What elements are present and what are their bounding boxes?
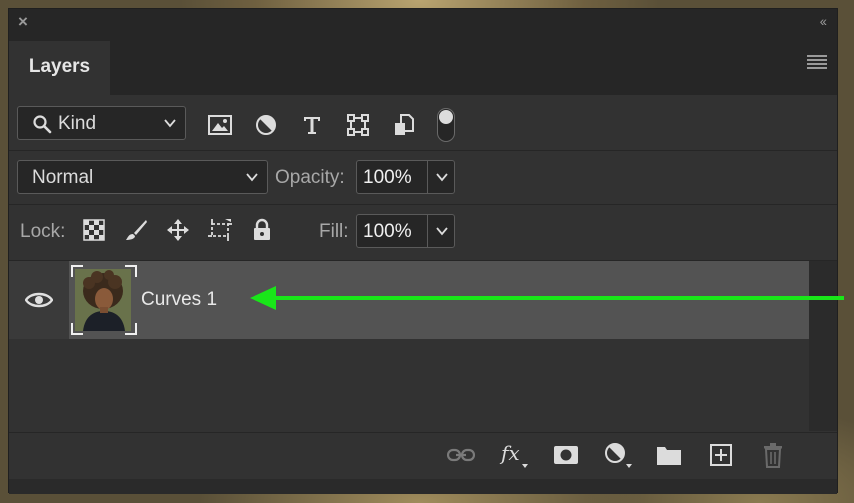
chevron-down-icon bbox=[246, 173, 258, 182]
divider bbox=[9, 150, 837, 151]
lock-position-icon[interactable] bbox=[165, 217, 191, 243]
opacity-value[interactable]: 100% bbox=[363, 167, 412, 189]
new-adjustment-layer-icon[interactable] bbox=[603, 441, 633, 469]
panel-menu-icon[interactable] bbox=[807, 55, 827, 71]
tab-row: Layers bbox=[9, 35, 837, 95]
chevron-down-icon[interactable] bbox=[435, 170, 449, 184]
delete-layer-icon[interactable] bbox=[758, 441, 788, 469]
layer-visibility-toggle[interactable] bbox=[9, 261, 69, 339]
shape-filter-icon[interactable] bbox=[344, 111, 372, 139]
layers-footer-toolbar: fx bbox=[9, 433, 837, 477]
collapse-panel-button[interactable]: ‹‹ bbox=[820, 13, 827, 29]
search-icon bbox=[33, 115, 52, 134]
tab-layers-label: Layers bbox=[28, 56, 91, 77]
layers-panel: × ‹‹ Layers Kind Normal Opacity: 100% Lo… bbox=[8, 8, 838, 494]
filter-toggle-knob bbox=[439, 110, 453, 124]
divider bbox=[9, 204, 837, 205]
layer-name[interactable]: Curves 1 bbox=[141, 289, 217, 311]
blend-mode-dropdown[interactable]: Normal bbox=[17, 160, 268, 194]
close-panel-button[interactable]: × bbox=[18, 12, 28, 32]
image-filter-icon[interactable] bbox=[206, 111, 234, 139]
fill-value[interactable]: 100% bbox=[363, 221, 412, 243]
layer-thumbnail[interactable] bbox=[75, 269, 131, 331]
chevron-down-icon bbox=[164, 119, 176, 128]
fill-label: Fill: bbox=[319, 221, 349, 242]
lock-all-icon[interactable] bbox=[249, 217, 275, 243]
new-layer-icon[interactable] bbox=[706, 441, 736, 469]
eye-icon bbox=[25, 292, 53, 308]
filter-kind-dropdown[interactable]: Kind bbox=[17, 106, 186, 140]
smart-object-filter-icon[interactable] bbox=[390, 111, 418, 139]
opacity-label: Opacity: bbox=[275, 167, 345, 188]
lock-icons bbox=[81, 217, 291, 243]
lock-image-pixels-icon[interactable] bbox=[123, 217, 149, 243]
fill-field[interactable]: 100% bbox=[356, 214, 455, 248]
filter-kind-label: Kind bbox=[58, 113, 97, 134]
adjustment-filter-icon[interactable] bbox=[252, 111, 280, 139]
opacity-field[interactable]: 100% bbox=[356, 160, 455, 194]
filter-type-icons bbox=[206, 111, 436, 139]
panel-title-bar: × ‹‹ bbox=[9, 9, 837, 35]
lock-artboard-icon[interactable] bbox=[207, 217, 233, 243]
panel-resize-bar[interactable] bbox=[9, 479, 837, 494]
link-layers-icon[interactable] bbox=[446, 441, 476, 469]
svg-text:fx: fx bbox=[499, 441, 520, 465]
blend-mode-label: Normal bbox=[32, 167, 94, 188]
lock-label: Lock: bbox=[20, 221, 66, 242]
fx-icon[interactable]: fx bbox=[499, 441, 529, 469]
portrait-thumbnail-image bbox=[75, 269, 131, 331]
filter-toggle[interactable] bbox=[437, 108, 455, 142]
annotation-arrow bbox=[250, 286, 844, 310]
lock-transparent-pixels-icon[interactable] bbox=[81, 217, 107, 243]
chevron-down-icon[interactable] bbox=[435, 224, 449, 238]
type-filter-icon[interactable] bbox=[298, 111, 326, 139]
tab-layers[interactable]: Layers bbox=[9, 41, 110, 95]
new-group-icon[interactable] bbox=[654, 441, 684, 469]
add-mask-icon[interactable] bbox=[551, 441, 581, 469]
